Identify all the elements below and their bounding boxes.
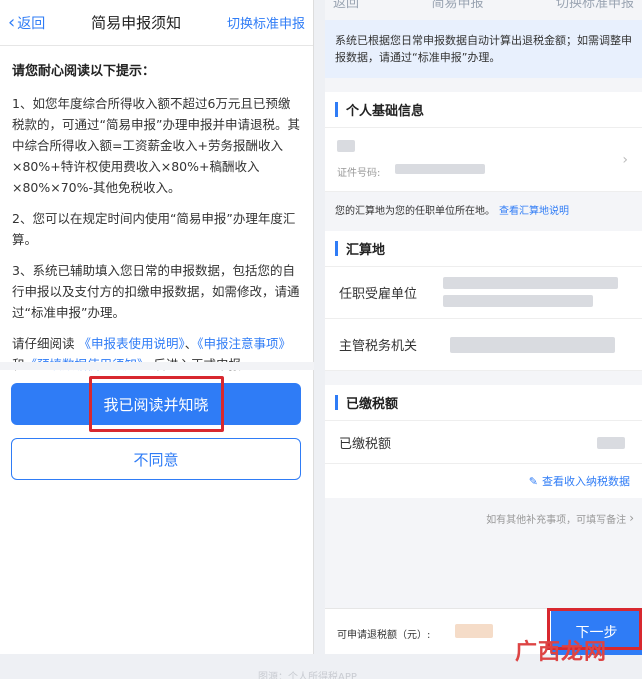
tax-office-label: 主管税务机关 (339, 339, 418, 354)
top-nav-bar: 返回 简易申报 切换标准申报 (325, 0, 642, 20)
paid-tax-label: 已缴税额 (339, 436, 392, 452)
section-paid-tax: 已缴税额 (325, 385, 642, 421)
switch-standard-filing-link[interactable]: 切换标准申报 (556, 0, 634, 11)
chevron-left-icon: ‹ (8, 11, 16, 33)
section-title: 汇算地 (346, 243, 386, 258)
view-income-tax-data-link[interactable]: ✎ 查看收入纳税数据 (325, 464, 642, 498)
section-accent-bar (335, 102, 338, 117)
redacted-employer-line-2 (443, 295, 593, 307)
redacted-employer-line-1 (443, 277, 618, 289)
section-region: 汇算地 (325, 231, 642, 267)
section-accent-bar (335, 241, 338, 256)
chevron-right-icon: › (629, 511, 634, 525)
image-caption: 图源：个人所得税APP (258, 672, 357, 679)
simple-filing-form-screen: 返回 简易申报 切换标准申报 系统已根据您日常申报数据自动计算出退税金额；如需调… (325, 0, 642, 655)
notice-item-2: 2、您可以在规定时间内使用“简易申报”办理年度汇算。 (12, 211, 296, 247)
info-banner: 系统已根据您日常申报数据自动计算出退税金额；如需调整申报数据，请通过“标准申报”… (325, 20, 642, 78)
notice-content: 请您耐心阅读以下提示： 1、如您年度综合所得收入额不超过6万元且已预缴税款的，可… (0, 46, 313, 375)
page-title: 简易申报 (431, 0, 484, 11)
region-note: 您的汇算地为您的任职单位所在地。 查看汇算地说明 (325, 192, 642, 227)
region-note-text: 您的汇算地为您的任职单位所在地。 (335, 206, 495, 217)
redacted-name (337, 140, 355, 152)
filing-notes-link[interactable]: 《申报注意事项》 (197, 336, 291, 351)
section-divider (0, 362, 314, 370)
notice-item-1: 1、如您年度综合所得收入额不超过6万元且已预缴税款的，可通过“简易申报”办理申报… (12, 96, 300, 195)
employer-label: 任职受雇单位 (339, 287, 418, 302)
separator: 、 (184, 336, 198, 351)
view-income-tax-data-label: 查看收入纳税数据 (542, 475, 630, 488)
redacted-paid-amount (597, 437, 625, 449)
back-label: 返回 (17, 15, 46, 32)
section-basic-info: 个人基础信息 (325, 92, 642, 128)
notice-item-3: 3、系统已辅助填入您日常的申报数据，包括您的自行申报以及支付方的扣缴申报数据，如… (12, 263, 300, 320)
view-region-explanation-link[interactable]: 查看汇算地说明 (499, 206, 569, 217)
form-instructions-link[interactable]: 《申报表使用说明》 (78, 336, 184, 351)
personal-info-row[interactable]: 证件号码: › (325, 128, 642, 192)
section-title: 已缴税额 (346, 397, 399, 412)
screenshot-composite: ‹ 返回 简易申报须知 切换标准申报 请您耐心阅读以下提示： 1、如您年度综合所… (0, 0, 642, 679)
edit-icon: ✎ (528, 474, 538, 488)
refund-amount-label: 可申请退税额（元）: (337, 630, 431, 641)
notice-heading: 请您耐心阅读以下提示： (12, 64, 156, 79)
switch-standard-filing-link[interactable]: 切换标准申报 (227, 13, 305, 32)
back-button[interactable]: ‹ 返回 (8, 13, 45, 33)
chevron-right-icon: › (622, 152, 628, 168)
highlight-box (89, 376, 224, 432)
redacted-tax-office (450, 337, 615, 353)
top-nav-bar: ‹ 返回 简易申报须知 切换标准申报 (0, 0, 313, 46)
employer-field[interactable]: 任职受雇单位 (325, 267, 642, 319)
read-prefix: 请仔细阅读 (12, 336, 79, 351)
site-watermark: 广西龙网 (515, 640, 608, 665)
section-title: 个人基础信息 (346, 104, 425, 119)
redacted-refund-amount (455, 624, 493, 638)
paid-tax-field: 已缴税额 (325, 421, 642, 464)
tax-office-field[interactable]: 主管税务机关 (325, 319, 642, 371)
page-title: 简易申报须知 (91, 14, 182, 32)
disagree-button[interactable]: 不同意 (11, 438, 301, 480)
section-accent-bar (335, 395, 338, 410)
supplementary-notes-row[interactable]: 如有其他补充事项，可填写备注 › (325, 498, 642, 538)
simple-filing-notice-screen: ‹ 返回 简易申报须知 切换标准申报 请您耐心阅读以下提示： 1、如您年度综合所… (0, 0, 314, 654)
redacted-id-number (395, 164, 485, 174)
id-number-label: 证件号码: (337, 168, 381, 179)
back-button[interactable]: 返回 (333, 0, 359, 11)
supplementary-notes-label: 如有其他补充事项，可填写备注 (486, 514, 627, 526)
